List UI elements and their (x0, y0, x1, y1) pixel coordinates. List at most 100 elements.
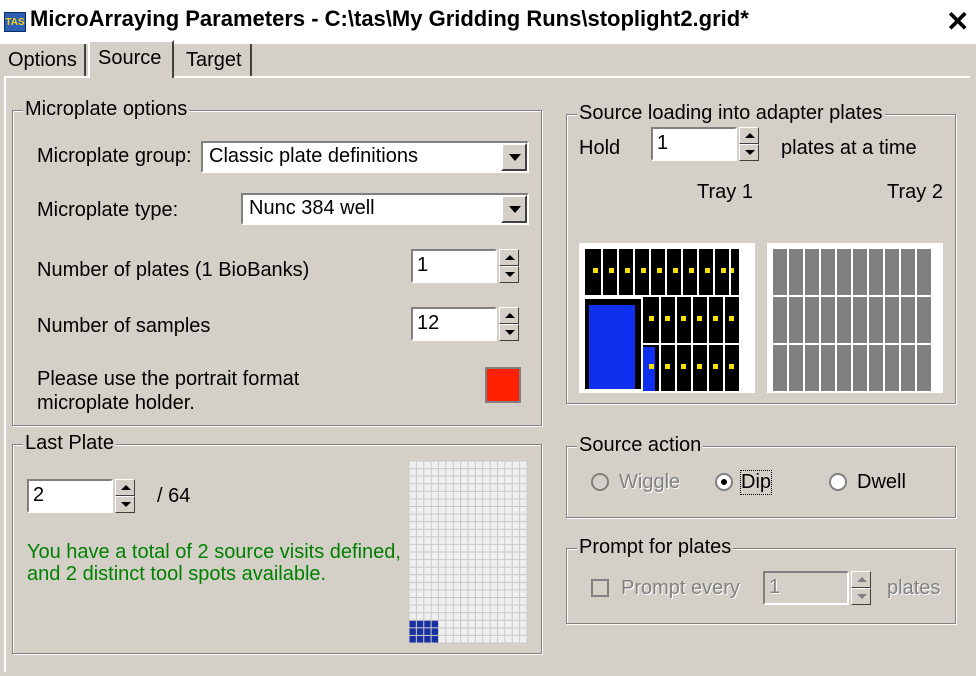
slot-divider (697, 249, 699, 295)
used-well (409, 620, 416, 628)
close-icon[interactable]: ✕ (946, 4, 969, 40)
hold-plates-stepper[interactable]: 1 (651, 127, 761, 161)
wiggle-label: Wiggle (619, 471, 681, 493)
source-loading-group: Source loading into adapter plates Hold … (566, 102, 956, 404)
number-of-plates-field[interactable]: 1 (411, 249, 497, 283)
tray2-slot (805, 297, 819, 343)
group-legend: Last Plate (23, 432, 116, 455)
plate-dot (721, 268, 726, 273)
up-arrow-icon (505, 313, 515, 318)
spin-up-button[interactable] (499, 307, 519, 324)
plate-dot (681, 316, 686, 321)
tray2-slot (917, 345, 931, 391)
spin-up-button[interactable] (851, 571, 871, 588)
down-arrow-icon (121, 502, 131, 507)
plate-dot (697, 364, 702, 369)
prompt-plates-field[interactable]: 1 (763, 571, 849, 605)
group-legend: Microplate options (23, 98, 190, 121)
used-well (416, 620, 424, 628)
down-arrow-icon (857, 594, 867, 599)
tray2-slot (917, 297, 931, 343)
tray2-slot (869, 345, 883, 391)
group-legend: Source action (577, 434, 704, 457)
down-arrow-icon (745, 150, 755, 155)
last-plate-group: Last Plate 2 / 64 You have a total of 2 … (12, 432, 542, 654)
plate-dot (641, 268, 646, 273)
slot-divider (617, 249, 619, 295)
tray2-slot (837, 345, 851, 391)
group-legend: Source loading into adapter plates (577, 102, 885, 125)
used-well (409, 635, 416, 643)
spin-down-button[interactable] (739, 144, 759, 161)
tab-source[interactable]: Source (88, 40, 174, 78)
up-arrow-icon (857, 577, 867, 582)
tab-label: Source (98, 47, 162, 69)
spin-down-button[interactable] (499, 324, 519, 341)
tray1-diagram (579, 243, 755, 393)
microplate-type-select[interactable]: Nunc 384 well (241, 193, 529, 225)
field-value: 1 (657, 132, 669, 154)
spin-up-button[interactable] (499, 249, 519, 266)
field-value: 2 (33, 484, 45, 506)
plate-dot (705, 268, 710, 273)
dropdown-button[interactable] (501, 195, 527, 223)
tray2-slot (837, 249, 851, 295)
dropdown-button[interactable] (501, 143, 527, 171)
prompt-every-checkbox[interactable] (591, 579, 609, 597)
note-line: Please use the portrait format (37, 368, 300, 390)
chevron-down-icon (509, 206, 521, 213)
radio-wiggle[interactable] (591, 473, 609, 491)
tray2-slot (901, 297, 915, 343)
dip-label: Dip (739, 470, 773, 495)
tab-target[interactable]: Target (178, 44, 252, 76)
spin-down-button[interactable] (499, 266, 519, 283)
spin-down-button[interactable] (115, 496, 135, 513)
tray2-slot (917, 249, 931, 295)
tab-label: Target (186, 49, 242, 71)
plate-dot (689, 268, 694, 273)
message-line: and 2 distinct tool spots available. (27, 563, 327, 585)
spin-down-button[interactable] (851, 588, 871, 605)
hold-label: Hold (579, 137, 621, 159)
hold-plates-field[interactable]: 1 (651, 127, 737, 161)
slot-divider (633, 249, 635, 295)
tab-strip: Options Source Target (0, 40, 976, 78)
well-grid-lines (409, 461, 527, 643)
number-of-samples-stepper[interactable]: 12 (411, 307, 521, 341)
spin-up-button[interactable] (739, 127, 759, 144)
slot-divider (675, 297, 677, 391)
radio-dwell[interactable] (829, 473, 847, 491)
used-well (424, 620, 431, 628)
source-action-group: Source action Wiggle Dip Dwell (566, 434, 956, 518)
group-legend: Prompt for plates (577, 536, 734, 559)
spin-up-button[interactable] (115, 479, 135, 496)
up-arrow-icon (505, 255, 515, 260)
app-icon: TAS (4, 12, 26, 32)
last-plate-field[interactable]: 2 (27, 479, 113, 513)
used-well (424, 628, 431, 635)
radio-dip[interactable] (715, 473, 733, 491)
tab-options[interactable]: Options (0, 44, 86, 76)
plate-total: / 64 (157, 485, 191, 507)
prompt-plates-stepper[interactable]: 1 (763, 571, 873, 605)
title-bar: TAS MicroArraying Parameters - C:\tas\My… (0, 0, 976, 44)
tray2-slot (789, 297, 803, 343)
number-of-samples-field[interactable]: 12 (411, 307, 497, 341)
plate-dot (665, 316, 670, 321)
last-plate-stepper[interactable]: 2 (27, 479, 139, 513)
tray2-slot (773, 345, 787, 391)
number-of-samples-label: Number of samples (37, 315, 211, 337)
prompt-for-plates-group: Prompt for plates Prompt every 1 plates (566, 536, 956, 624)
used-well (416, 635, 424, 643)
select-value: Nunc 384 well (249, 197, 375, 219)
slot-divider (649, 249, 651, 295)
down-arrow-icon (505, 330, 515, 335)
plate-dot (681, 364, 686, 369)
tray1-loaded-plate (589, 305, 635, 389)
field-value: 1 (417, 254, 429, 276)
microplate-group-select[interactable]: Classic plate definitions (201, 141, 529, 173)
tray2-slot (789, 345, 803, 391)
microplate-options-group: Microplate options Microplate group: Cla… (12, 98, 542, 426)
number-of-plates-stepper[interactable]: 1 (411, 249, 521, 283)
microplate-group-label: Microplate group: (37, 145, 192, 167)
